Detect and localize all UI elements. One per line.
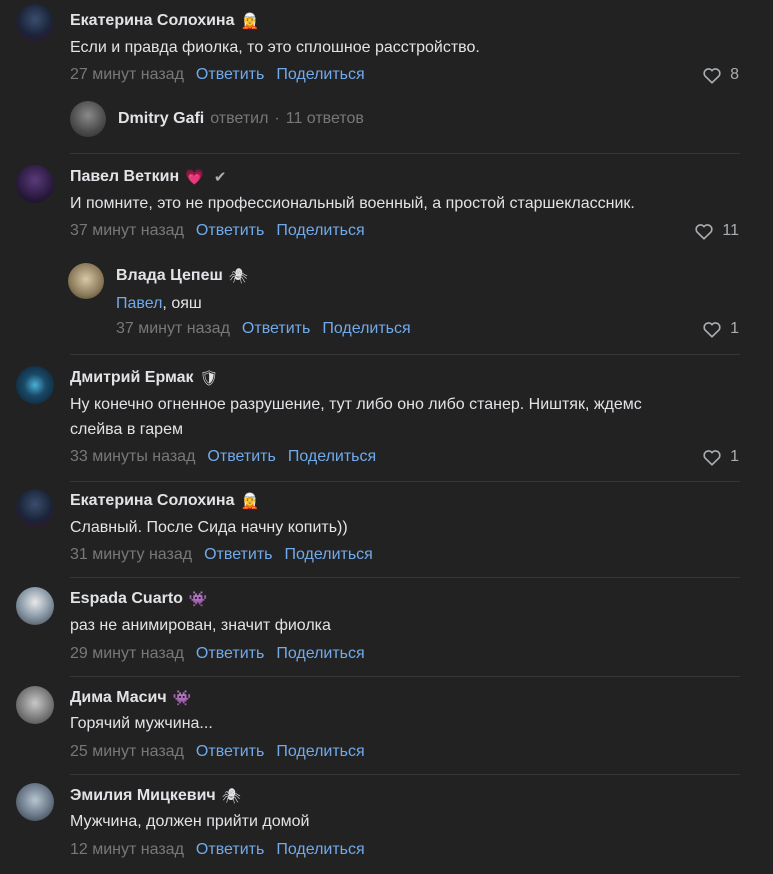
mention-link[interactable]: Павел [116,295,162,312]
author-name[interactable]: Дима Масич [70,689,167,707]
divider [70,577,740,578]
author-emoji-icon: 🕷 [221,787,241,805]
comment-author-row: Екатерина Солохина 🧝 [70,490,259,512]
divider [70,774,740,775]
reply-button[interactable]: Ответить [196,66,264,84]
comment-text: Если и правда фиолка, то это сплошное ра… [70,39,480,56]
author-emoji-icon: 👾 [172,689,192,707]
share-button[interactable]: Поделиться [276,645,364,663]
avatar[interactable] [16,165,54,203]
like-count: 8 [730,66,739,83]
comment-text: раз не анимирован, значит фиолка [70,617,331,634]
like-button[interactable]: 1 [702,320,739,338]
avatar[interactable] [16,489,54,527]
comment-time[interactable]: 33 минуты назад [70,448,195,466]
comment-author-row: Влада Цепеш 🕷 [116,265,248,287]
verified-icon: ✔ [213,169,227,186]
reply-button[interactable]: Ответить [196,743,264,761]
divider [70,354,740,355]
comment-time[interactable]: 25 минут назад [70,743,184,761]
like-count: 11 [722,222,739,239]
like-button[interactable]: 8 [702,66,739,84]
avatar[interactable] [16,783,54,821]
author-name[interactable]: Дмитрий Ермак [70,369,194,387]
divider [70,153,740,154]
author-name[interactable]: Павел Веткин [70,168,179,186]
replies-thread-link[interactable]: Dmitry Gafi ответил · 11 ответов [70,101,364,137]
author-name[interactable]: Espada Cuarto [70,590,183,608]
author-emoji-icon: 🧝 [240,492,260,510]
comment-time[interactable]: 12 минут назад [70,841,184,859]
comment-author-row: Эмилия Мицкевич 🕷 [70,785,241,807]
comment-author-row: Дима Масич 👾 [70,687,191,709]
avatar[interactable] [16,587,54,625]
author-name[interactable]: Эмилия Мицкевич [70,787,216,805]
avatar[interactable] [16,366,54,404]
reply-button[interactable]: Ответить [196,841,264,859]
comment-meta: 33 минуты назад Ответить Поделиться [70,448,388,466]
share-button[interactable]: Поделиться [284,546,372,564]
reply-button[interactable]: Ответить [242,320,310,338]
comment-text: Павел, ояш [116,288,756,320]
comment-author-row: Екатерина Солохина 🧝 [70,10,259,32]
comment-time[interactable]: 31 минуту назад [70,546,192,564]
comment-author-row: Espada Cuarto 👾 [70,588,208,610]
share-button[interactable]: Поделиться [322,320,410,338]
thread-reply-count: 11 ответов [285,110,364,127]
comment-text: Горячий мужчина... [70,715,213,732]
comment-meta: 25 минут назад Ответить Поделиться [70,743,377,761]
comment-text: Славный. После Сида начну копить)) [70,519,348,536]
avatar[interactable] [16,686,54,724]
comment-time[interactable]: 27 минут назад [70,66,184,84]
comment-time[interactable]: 29 минут назад [70,645,184,663]
heart-icon [703,322,721,338]
author-emoji-icon: 🛡 [199,369,219,387]
like-count: 1 [730,448,739,465]
reply-button[interactable]: Ответить [196,222,264,240]
avatar[interactable] [68,263,104,299]
heart-icon [695,224,714,240]
share-button[interactable]: Поделиться [276,841,364,859]
comment-text-body: , ояш [162,295,202,312]
author-emoji-icon: 🧝 [240,12,260,30]
author-name[interactable]: Екатерина Солохина [70,492,234,510]
like-button[interactable]: 11 [694,222,739,240]
avatar[interactable] [16,4,54,42]
heart-icon [703,450,721,466]
author-name[interactable]: Екатерина Солохина [70,12,234,30]
author-emoji-icon: 👾 [188,590,208,608]
like-count: 1 [730,320,739,337]
divider [70,481,740,482]
thread-author-name: Dmitry Gafi [118,110,205,127]
share-button[interactable]: Поделиться [276,222,364,240]
author-emoji-icon: 🕷 [228,267,248,285]
share-button[interactable]: Поделиться [288,448,376,466]
author-name[interactable]: Влада Цепеш [116,267,223,285]
thread-separator: · [274,110,280,127]
comment-meta: 27 минут назад Ответить Поделиться [70,66,377,84]
reply-button[interactable]: Ответить [196,645,264,663]
comment-meta: 31 минуту назад Ответить Поделиться [70,546,385,564]
divider [70,676,740,677]
comment-author-row: Дмитрий Ермак 🛡 [70,367,219,389]
comment-meta: 37 минут назад Ответить Поделиться [116,320,423,338]
comment-meta: 12 минут назад Ответить Поделиться [70,841,377,859]
reply-button[interactable]: Ответить [204,546,272,564]
thread-replied-label: ответил [210,110,269,127]
comment-text: И помните, это не профессиональный военн… [70,195,635,212]
like-button[interactable]: 1 [702,448,739,466]
comment-time[interactable]: 37 минут назад [70,222,184,240]
comment-time[interactable]: 37 минут назад [116,320,230,338]
comment-meta: 37 минут назад Ответить Поделиться [70,222,377,240]
comment-meta: 29 минут назад Ответить Поделиться [70,645,377,663]
share-button[interactable]: Поделиться [276,743,364,761]
heart-icon [703,68,721,84]
avatar [70,101,106,137]
comment-author-row: Павел Веткин 💗 ✔ [70,166,226,188]
author-emoji-icon: 💗 [185,168,204,186]
comment-text: Мужчина, должен прийти домой [70,813,310,830]
reply-button[interactable]: Ответить [207,448,275,466]
comment-text-line: слейва в гарем [70,421,183,438]
share-button[interactable]: Поделиться [276,66,364,84]
